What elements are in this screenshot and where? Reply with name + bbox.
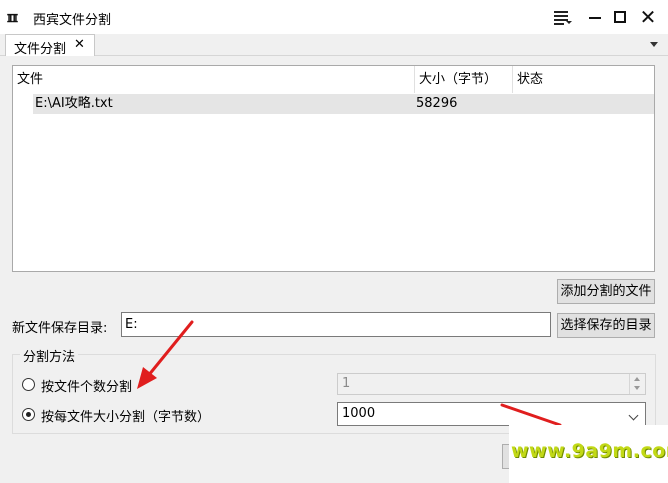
watermark-text: www.9a9m.com — [511, 440, 668, 462]
site-watermark: www.9a9m.com — [509, 425, 668, 483]
annotation-arrows — [137, 320, 562, 427]
arrow-to-size-combo — [500, 403, 562, 427]
arrow-to-split-options — [137, 320, 194, 389]
